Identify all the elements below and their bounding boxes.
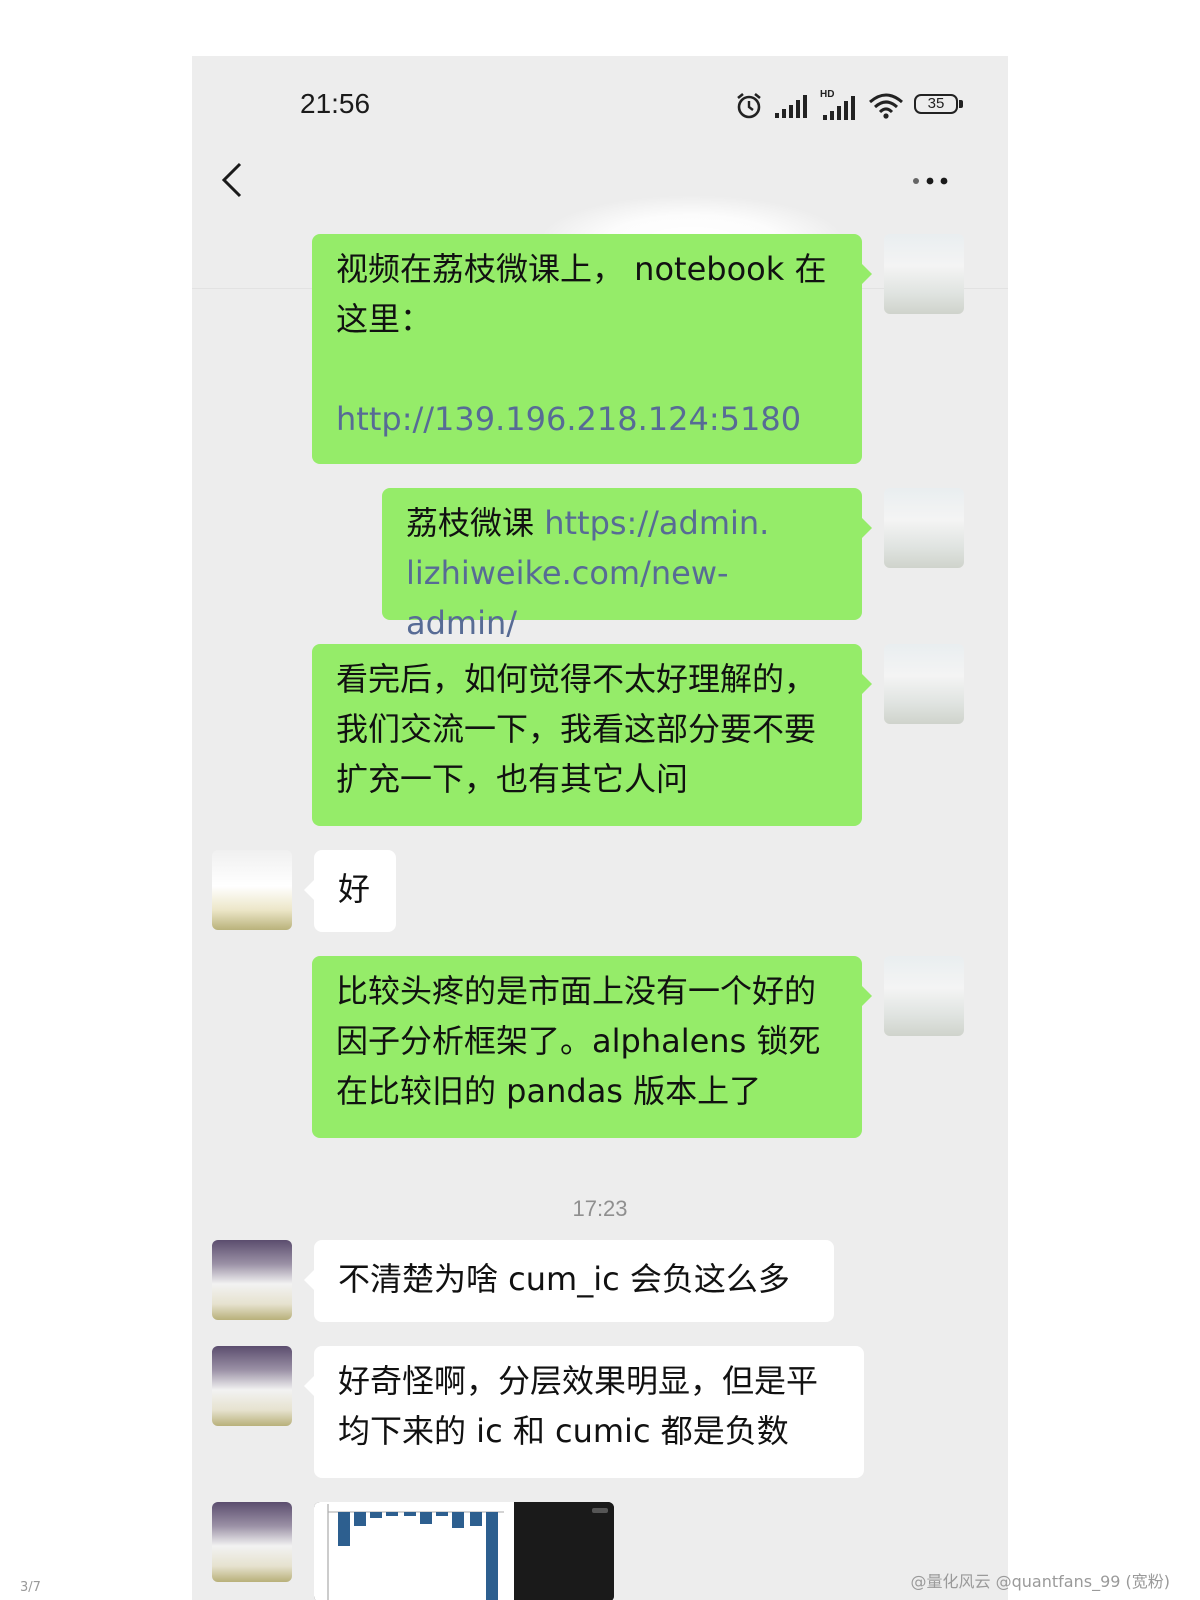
chat-timestamp: 17:23 (572, 1196, 628, 1221)
message-text: 看完后，如何觉得不太好理解的， (336, 660, 817, 698)
message-text: 在比较旧的 pandas 版本上了 (336, 1072, 762, 1110)
my-avatar[interactable] (884, 956, 964, 1036)
status-time: 21:56 (300, 88, 371, 119)
message-text: 因子分析框架了。alphalens 锁死 (336, 1022, 821, 1060)
status-icons: HD 35 (734, 86, 966, 126)
watermark-text: @量化风云 @quantfans_99 (宽粉) (910, 1572, 1170, 1591)
wifi-icon (869, 93, 903, 119)
bubble-tail (862, 986, 872, 1006)
battery-level: 35 (927, 95, 945, 112)
message-text: 这里： (336, 300, 433, 338)
chart-thumbnail-image (314, 1502, 614, 1600)
message-bubble-contact[interactable]: 不清楚为啥 cum_ic 会负这么多 (304, 1240, 834, 1322)
message-text: 比较头疼的是市面上没有一个好的 (336, 972, 817, 1010)
message-bubble-mine[interactable]: 荔枝微课 https://admin. lizhiweike.com/new-a… (382, 488, 872, 642)
image-message[interactable] (314, 1502, 614, 1600)
contact-avatar[interactable] (212, 1502, 292, 1582)
message-bubble-contact[interactable]: 好 (304, 850, 396, 932)
bubble-tail (304, 880, 314, 900)
message-bubble-contact[interactable]: 好奇怪啊，分层效果明显，但是平 均下来的 ic 和 cumic 都是负数 (304, 1346, 864, 1478)
bubble-tail (862, 674, 872, 694)
message-text: 我们交流一下，我看这部分要不要 (336, 710, 817, 748)
page-indicator: 3/7 (20, 1580, 41, 1595)
my-avatar[interactable] (884, 644, 964, 724)
signal-icon (775, 95, 807, 118)
message-link[interactable]: lizhiweike.com/new-admin/ (406, 548, 838, 648)
bubble-tail (304, 1270, 314, 1290)
bubble-tail (862, 264, 872, 284)
message-bubble-mine[interactable]: 视频在荔枝微课上， notebook 在 这里： http://139.196.… (312, 234, 872, 464)
battery-icon: 35 (914, 94, 966, 118)
chat-screen: 21:56 HD 35 视频在荔枝微课上， notebook 在 这里： htt… (192, 56, 1008, 1600)
my-avatar[interactable] (884, 488, 964, 568)
message-text: 好 (338, 870, 371, 908)
alarm-icon (737, 92, 761, 119)
contact-avatar[interactable] (212, 1240, 292, 1320)
message-text: 荔枝微课 (406, 504, 545, 542)
bubble-tail (862, 518, 872, 538)
contact-avatar[interactable] (212, 850, 292, 930)
more-options-icon[interactable] (908, 166, 952, 196)
message-text: 不清楚为啥 cum_ic 会负这么多 (338, 1260, 790, 1298)
message-text: 均下来的 ic 和 cumic 都是负数 (338, 1412, 789, 1450)
my-avatar[interactable] (884, 234, 964, 314)
message-link[interactable]: http://139.196.218.124:5180 (336, 394, 838, 444)
contact-avatar[interactable] (212, 1346, 292, 1426)
bubble-tail (304, 1376, 314, 1396)
status-bar: 21:56 HD 35 (192, 56, 1008, 156)
message-link[interactable]: https://admin. (544, 504, 769, 542)
message-text: 扩充一下，也有其它人问 (336, 760, 689, 798)
back-arrow-icon[interactable] (214, 160, 254, 200)
hd-signal-icon: HD (820, 89, 858, 121)
message-text: 好奇怪啊，分层效果明显，但是平 (338, 1362, 819, 1400)
message-bubble-mine[interactable]: 看完后，如何觉得不太好理解的， 我们交流一下，我看这部分要不要 扩充一下，也有其… (312, 644, 872, 826)
message-bubble-mine[interactable]: 比较头疼的是市面上没有一个好的 因子分析框架了。alphalens 锁死 在比较… (312, 956, 872, 1138)
message-text: 视频在荔枝微课上， notebook 在 (336, 250, 827, 288)
